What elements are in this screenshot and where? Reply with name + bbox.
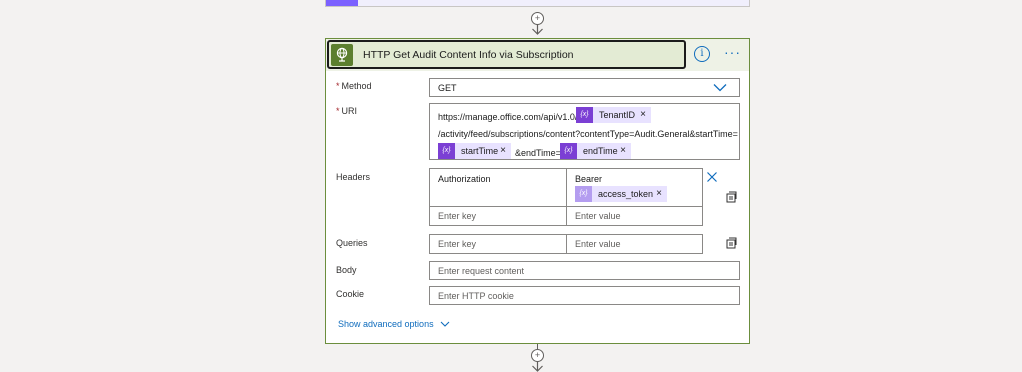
add-step-button[interactable]: + bbox=[531, 349, 544, 362]
arrow-down-icon bbox=[532, 24, 543, 35]
previous-action-accent bbox=[326, 0, 358, 6]
previous-action-card[interactable] bbox=[325, 0, 750, 7]
header-value-1[interactable]: Bearer {x} access_token × bbox=[566, 168, 703, 207]
action-title-box[interactable]: HTTP Get Audit Content Info via Subscrip… bbox=[327, 40, 686, 69]
copy-clear-icon[interactable] bbox=[726, 237, 737, 249]
tenantid-token[interactable]: {x} TenantID × bbox=[576, 107, 651, 123]
uri-text-base: https://manage.office.com/api/v1.0/ bbox=[438, 112, 578, 122]
starttime-token[interactable]: {x} startTime × bbox=[438, 143, 511, 159]
variable-icon: {x} bbox=[560, 143, 577, 159]
uri-text-path: /activity/feed/subscriptions/content?con… bbox=[438, 129, 738, 139]
headers-label: Headers bbox=[336, 172, 371, 182]
cookie-label: Cookie bbox=[336, 289, 365, 299]
cookie-input[interactable]: Enter HTTP cookie bbox=[429, 286, 740, 305]
copy-clear-icon[interactable] bbox=[726, 191, 737, 203]
chevron-down-icon bbox=[440, 321, 450, 327]
show-advanced-options-link[interactable]: Show advanced options bbox=[338, 319, 450, 329]
chevron-down-icon bbox=[713, 84, 727, 92]
delete-header-row-icon[interactable] bbox=[706, 171, 718, 183]
header-key-1[interactable]: Authorization bbox=[429, 168, 567, 207]
variable-icon: {x} bbox=[576, 107, 593, 123]
query-value-1[interactable]: Enter value bbox=[566, 234, 703, 254]
body-input[interactable]: Enter request content bbox=[429, 261, 740, 280]
globe-icon bbox=[331, 44, 353, 66]
method-dropdown[interactable]: GET bbox=[429, 78, 740, 97]
remove-token-icon[interactable]: × bbox=[640, 109, 646, 120]
method-label: * Method bbox=[336, 81, 372, 91]
variable-icon: {x} bbox=[575, 186, 592, 202]
remove-token-icon[interactable]: × bbox=[620, 145, 626, 156]
more-options-icon[interactable]: ··· bbox=[724, 44, 741, 60]
insert-step-connector-bottom: + bbox=[531, 344, 544, 372]
uri-text-endtime: &endTime= bbox=[515, 148, 561, 158]
uri-input[interactable]: https://manage.office.com/api/v1.0/ {x} … bbox=[429, 103, 740, 160]
access-token-token[interactable]: {x} access_token × bbox=[575, 186, 667, 202]
uri-label: * URI bbox=[336, 106, 358, 116]
method-value: GET bbox=[438, 83, 457, 93]
remove-token-icon[interactable]: × bbox=[500, 145, 506, 156]
variable-icon: {x} bbox=[438, 143, 455, 159]
action-title[interactable]: HTTP Get Audit Content Info via Subscrip… bbox=[363, 49, 574, 61]
endtime-token[interactable]: {x} endTime × bbox=[560, 143, 631, 159]
insert-step-connector-top: + bbox=[531, 11, 544, 37]
card-header: HTTP Get Audit Content Info via Subscrip… bbox=[326, 39, 749, 71]
body-label: Body bbox=[336, 265, 357, 275]
header-value-2[interactable]: Enter value bbox=[566, 206, 703, 226]
header-key-2[interactable]: Enter key bbox=[429, 206, 567, 226]
info-icon[interactable]: i bbox=[694, 46, 710, 62]
queries-label: Queries bbox=[336, 238, 368, 248]
http-action-card[interactable]: HTTP Get Audit Content Info via Subscrip… bbox=[325, 38, 750, 344]
remove-token-icon[interactable]: × bbox=[656, 188, 662, 199]
query-key-1[interactable]: Enter key bbox=[429, 234, 567, 254]
